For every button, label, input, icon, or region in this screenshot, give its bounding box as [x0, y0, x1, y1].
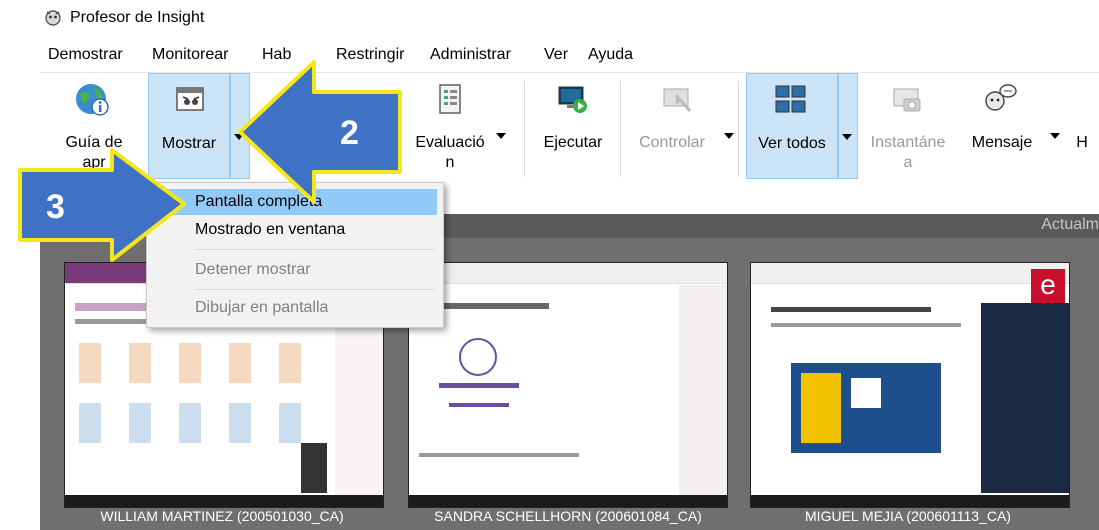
- partial-label: H: [1076, 134, 1088, 151]
- menu-bar: Demostrar Monitorear Hab Restringir Admi…: [0, 42, 1099, 68]
- edge-e-icon: e: [1031, 269, 1065, 303]
- instantanea-label: Instantáne: [870, 134, 946, 151]
- app-icon: [45, 10, 61, 26]
- menu-demostrar[interactable]: Demostrar: [48, 46, 123, 64]
- ribbon-separator: [620, 81, 621, 177]
- menu-monitorear[interactable]: Monitorear: [152, 46, 228, 64]
- instantanea-icon: [893, 88, 921, 112]
- ribbon-toolbar: Guía de apr Mostrar al o Evaluació n: [40, 72, 1099, 191]
- menu-administrar[interactable]: Administrar: [430, 46, 511, 64]
- controlar-icon: [663, 88, 692, 112]
- mensaje-button[interactable]: Mensaje: [962, 73, 1062, 181]
- callout-two-label: 2: [340, 114, 359, 152]
- ver-todos-label: Ver todos: [758, 135, 826, 152]
- ver-todos-dropdown-button[interactable]: [838, 73, 858, 179]
- mensaje-icon: [985, 84, 1017, 111]
- student-name: WILLIAM MARTINEZ (200501030_CA): [100, 508, 344, 524]
- instantanea-label-2: a: [903, 154, 913, 171]
- evaluacion-label-2: n: [445, 154, 455, 171]
- instantanea-button[interactable]: Instantáne a: [858, 73, 958, 181]
- callout-three-label: 3: [46, 188, 65, 226]
- title-bar: Profesor de Insight: [0, 0, 1099, 36]
- evaluacion-button[interactable]: Evaluació n: [406, 73, 506, 181]
- menu-mostrado-en-ventana[interactable]: Mostrado en ventana: [155, 217, 437, 243]
- ejecutar-icon: [558, 86, 587, 113]
- window-title: Profesor de Insight: [70, 9, 205, 26]
- callout-arrow-3: 3: [18, 148, 186, 262]
- mensaje-label: Mensaje: [971, 134, 1033, 151]
- callout-arrow-2: 2: [238, 60, 402, 204]
- menu-dibujar-en-pantalla: Dibujar en pantalla: [195, 299, 329, 316]
- controlar-dropdown-icon[interactable]: [724, 133, 734, 139]
- evaluacion-icon: [439, 84, 461, 114]
- evaluacion-label: Evaluació: [415, 134, 485, 151]
- viewer-header-text: Actualm: [1041, 216, 1099, 233]
- ejecutar-button[interactable]: Ejecutar: [528, 73, 618, 181]
- mensaje-dropdown-icon[interactable]: [1050, 133, 1060, 139]
- menu-separator: [195, 249, 435, 250]
- partial-button[interactable]: H: [1070, 73, 1099, 181]
- ribbon-separator: [524, 81, 525, 177]
- evaluacion-dropdown-icon[interactable]: [496, 133, 506, 139]
- ver-todos-button[interactable]: Ver todos: [746, 73, 838, 179]
- controlar-button[interactable]: Controlar: [628, 73, 734, 181]
- menu-ver[interactable]: Ver: [544, 46, 568, 64]
- menu-separator: [195, 289, 435, 290]
- menu-detener-mostrar: Detener mostrar: [195, 261, 311, 278]
- student-name: MIGUEL MEJIA (200601113_CA): [805, 508, 1011, 524]
- ver-todos-icon: [775, 85, 806, 113]
- student-name: SANDRA SCHELLHORN (200601084_CA): [434, 508, 702, 524]
- ejecutar-label: Ejecutar: [543, 134, 603, 151]
- student-thumbnail[interactable]: e: [750, 262, 1070, 508]
- mostrar-icon: [176, 87, 204, 111]
- ribbon-separator: [738, 81, 739, 177]
- student-thumbnail[interactable]: [408, 262, 728, 508]
- menu-ayuda[interactable]: Ayuda: [588, 46, 633, 64]
- controlar-label: Controlar: [639, 134, 705, 151]
- globe-info-icon: [76, 84, 109, 116]
